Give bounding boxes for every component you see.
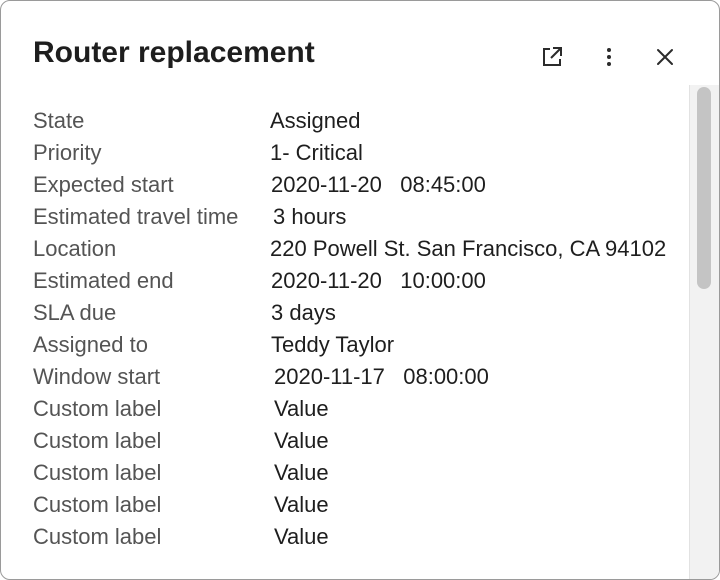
close-icon xyxy=(657,49,673,65)
close-button[interactable] xyxy=(647,39,683,75)
more-options-button[interactable] xyxy=(591,39,627,75)
field-value: 1- Critical xyxy=(270,140,363,165)
field-value: 3 days xyxy=(271,300,336,325)
field-label: State xyxy=(33,108,85,133)
field-value: 2020-11-20 10:00:00 xyxy=(271,268,486,293)
field-label: Assigned to xyxy=(33,332,148,357)
field-row-location: Location 220 Powell St. San Francisco, C… xyxy=(33,233,689,265)
field-list: State Assigned Priority 1- Critical Expe… xyxy=(33,105,689,553)
field-row-assigned-to: Assigned to Teddy Taylor xyxy=(33,329,689,361)
field-label: Custom label xyxy=(33,492,162,517)
field-row-state: State Assigned xyxy=(33,105,689,137)
field-row-window-start: Window start 2020-11-17 08:00:00 xyxy=(33,361,689,393)
field-label: Expected start xyxy=(33,172,174,197)
field-value: Value xyxy=(274,492,329,517)
card-body[interactable]: State Assigned Priority 1- Critical Expe… xyxy=(1,85,689,579)
field-label: Estimated travel time xyxy=(33,204,239,229)
field-label: Custom label xyxy=(33,428,162,453)
field-label: Custom label xyxy=(33,460,162,485)
field-row-estimated-travel-time: Estimated travel time 3 hours xyxy=(33,201,689,233)
field-value: Value xyxy=(274,396,329,421)
field-row-estimated-end: Estimated end 2020-11-20 10:00:00 xyxy=(33,265,689,297)
field-label: Window start xyxy=(33,364,161,389)
field-value: Teddy Taylor xyxy=(271,332,395,357)
field-label: Custom label xyxy=(33,524,162,549)
field-row-custom: Custom label Value xyxy=(33,521,689,553)
field-label: Priority xyxy=(33,140,102,165)
field-value: Value xyxy=(274,524,329,549)
field-value: Value xyxy=(274,460,329,485)
field-row-priority: Priority 1- Critical xyxy=(33,137,689,169)
field-label: Estimated end xyxy=(33,268,174,293)
open-in-new-button[interactable] xyxy=(534,39,570,75)
field-row-custom: Custom label Value xyxy=(33,457,689,489)
field-value: 2020-11-17 08:00:00 xyxy=(274,364,489,389)
scrollbar-thumb[interactable] xyxy=(697,87,711,289)
field-value: 220 Powell St. San Francisco, CA 94102 xyxy=(270,236,667,261)
field-label: Location xyxy=(33,236,117,261)
field-row-custom: Custom label Value xyxy=(33,489,689,521)
record-card: Router replacement State Assigned Priori… xyxy=(0,0,720,580)
vertical-scrollbar[interactable] xyxy=(689,85,719,579)
field-value: 2020-11-20 08:45:00 xyxy=(271,172,486,197)
card-header: Router replacement xyxy=(1,1,719,85)
field-row-custom: Custom label Value xyxy=(33,393,689,425)
field-label: SLA due xyxy=(33,300,117,325)
open-in-new-icon xyxy=(543,47,562,66)
field-row-expected-start: Expected start 2020-11-20 08:45:00 xyxy=(33,169,689,201)
field-label: Custom label xyxy=(33,396,162,421)
field-value: Value xyxy=(274,428,329,453)
more-vertical-icon xyxy=(607,48,611,66)
card-title: Router replacement xyxy=(33,36,315,69)
field-row-sla-due: SLA due 3 days xyxy=(33,297,689,329)
field-value: Assigned xyxy=(270,108,361,133)
field-value: 3 hours xyxy=(273,204,347,229)
field-row-custom: Custom label Value xyxy=(33,425,689,457)
